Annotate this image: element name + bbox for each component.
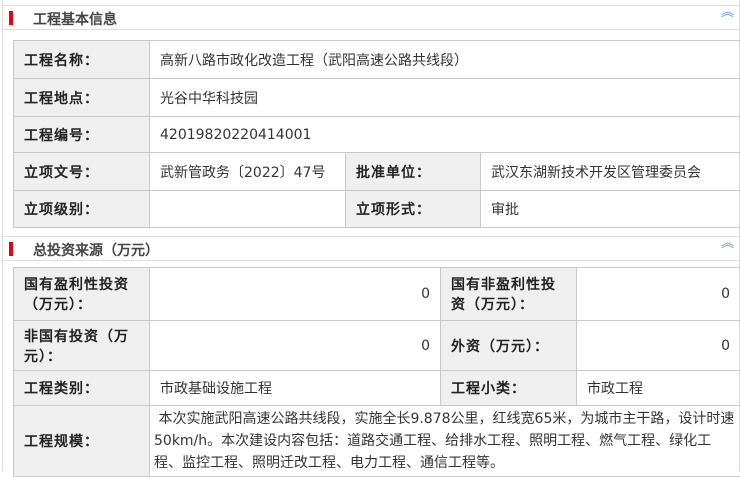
section-header-investment: 总投资来源（万元） ︽ xyxy=(3,236,739,261)
foreign-value: 0 xyxy=(577,321,740,371)
label: 国有非盈利性投资（万元）： xyxy=(441,268,577,321)
project-code: 42019820220414001 xyxy=(150,117,740,153)
nonstate-value: 0 xyxy=(150,321,441,371)
table-row: 工程名称：高新八路市政化改造工程（武阳高速公路共线段） xyxy=(14,41,740,79)
subcategory-value: 市政工程 xyxy=(577,371,740,406)
label: 外资（万元）： xyxy=(441,321,577,371)
state-profit-value: 0 xyxy=(150,268,441,321)
label: 工程规模： xyxy=(14,406,150,477)
category-value: 市政基础设施工程 xyxy=(150,371,441,406)
approver: 武汉东湖新技术开发区管理委员会 xyxy=(481,153,740,191)
label: 批准单位： xyxy=(346,153,481,191)
project-name: 高新八路市政化改造工程（武阳高速公路共线段） xyxy=(150,41,740,79)
approval-doc: 武新管政务〔2022〕47号 xyxy=(150,153,346,191)
label: 工程类别： xyxy=(14,371,150,406)
double-chevron-up-icon[interactable]: ︽ xyxy=(721,239,733,248)
table-row: 立项级别： 立项形式：审批 xyxy=(14,191,740,228)
section-title: 工程基本信息 xyxy=(33,9,117,29)
basic-info-table: 工程名称：高新八路市政化改造工程（武阳高速公路共线段） 工程地点：光谷中华科技园… xyxy=(13,40,740,228)
state-nonprofit-value: 0 xyxy=(577,268,740,321)
label: 工程地点： xyxy=(14,79,150,117)
section-title: 总投资来源（万元） xyxy=(33,240,159,260)
table-row: 工程地点：光谷中华科技园 xyxy=(14,79,740,117)
investment-table: 国有盈利性投资（万元）：0国有非盈利性投资（万元）：0 非国有投资（万元）：0外… xyxy=(13,267,740,477)
label: 立项形式： xyxy=(346,191,481,228)
double-chevron-up-icon[interactable]: ︽ xyxy=(721,8,733,17)
label: 工程小类： xyxy=(441,371,577,406)
table-row: 立项文号：武新管政务〔2022〕47号批准单位：武汉东湖新技术开发区管理委员会 xyxy=(14,153,740,191)
table-row: 国有盈利性投资（万元）：0国有非盈利性投资（万元）：0 xyxy=(14,268,740,321)
label: 工程编号： xyxy=(14,117,150,153)
table-row: 非国有投资（万元）：0外资（万元）：0 xyxy=(14,321,740,371)
scale-value: 本次实施武阳高速公路共线段，实施全长9.878公里，红线宽65米，为城市主干路，… xyxy=(150,406,740,477)
label: 立项文号： xyxy=(14,153,150,191)
label: 非国有投资（万元）： xyxy=(14,321,150,371)
approval-level xyxy=(150,191,346,228)
table-row: 工程类别：市政基础设施工程工程小类：市政工程 xyxy=(14,371,740,406)
label: 立项级别： xyxy=(14,191,150,228)
project-location: 光谷中华科技园 xyxy=(150,79,740,117)
section-marker xyxy=(9,242,13,256)
label: 国有盈利性投资（万元）： xyxy=(14,268,150,321)
table-row: 工程编号：42019820220414001 xyxy=(14,117,740,153)
table-row: 工程规模： 本次实施武阳高速公路共线段，实施全长9.878公里，红线宽65米，为… xyxy=(14,406,740,477)
section-header-basic-info: 工程基本信息 ︽ xyxy=(3,5,739,30)
section-marker xyxy=(9,11,13,25)
approval-form: 审批 xyxy=(481,191,740,228)
label: 工程名称： xyxy=(14,41,150,79)
